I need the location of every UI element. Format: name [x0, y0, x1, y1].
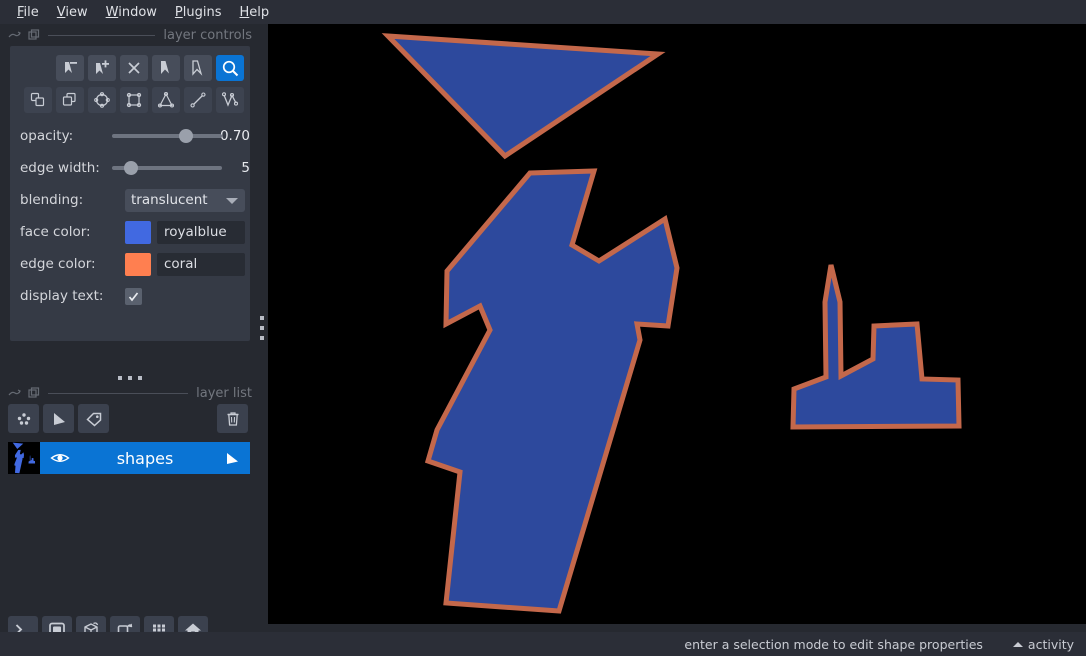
activity-label: activity	[1027, 636, 1074, 652]
select-shapes-tool-button[interactable]	[152, 55, 180, 81]
menu-item-window[interactable]: Window	[97, 3, 166, 22]
layer-controls-dock-header: layer controls	[0, 24, 260, 46]
display-text-checkbox[interactable]	[125, 287, 142, 305]
dock-header-rule	[48, 392, 189, 394]
menu-label-window: indow	[118, 4, 157, 20]
layer-property-rows: opacity: 0.70 edge width: 5 blending: tr…	[10, 120, 250, 312]
add-ellipse-tool-button[interactable]	[88, 87, 116, 113]
opacity-slider-handle[interactable]	[179, 129, 194, 143]
pan-zoom-tool-button[interactable]	[216, 55, 244, 81]
layer-list-panel: layer list shapes	[0, 382, 260, 598]
menu-item-view[interactable]: View	[48, 3, 97, 22]
blending-row: blending: translucent	[10, 184, 250, 216]
layer-thumbnail	[8, 442, 40, 474]
canvas-background	[268, 24, 1086, 624]
splitter-dot	[260, 316, 264, 320]
edge-color-row: edge color: coral	[10, 248, 250, 280]
add-line-tool-button[interactable]	[184, 87, 212, 113]
splitter-dots	[260, 313, 264, 343]
menu-label-help: elp	[249, 4, 270, 20]
status-bar: enter a selection mode to edit shape pro…	[0, 632, 1086, 656]
splitter-dot	[118, 376, 122, 380]
shapes-canvas-svg	[268, 24, 1086, 624]
menu-accel-window: W	[105, 4, 119, 20]
splitter-dot	[260, 336, 264, 340]
blending-value: translucent	[131, 192, 208, 208]
caret-up-icon	[1012, 641, 1023, 647]
new-labels-layer-button[interactable]	[78, 404, 109, 433]
menu-item-help[interactable]: Help	[231, 3, 279, 22]
face-color-value[interactable]: royalblue	[157, 220, 245, 244]
activity-button[interactable]: activity	[1012, 636, 1074, 652]
napari-main-window: File View Window Plugins Help layer cont…	[0, 0, 1086, 656]
move-back-tool-button[interactable]	[24, 87, 52, 113]
menu-bar: File View Window Plugins Help	[0, 0, 1086, 24]
add-polygon-tool-button[interactable]	[152, 87, 180, 113]
new-points-layer-button[interactable]	[8, 404, 39, 433]
vertex-insert-tool-button[interactable]	[88, 55, 116, 81]
shape-mode-toolbar-row2	[24, 87, 244, 113]
opacity-row: opacity: 0.70	[10, 120, 250, 152]
splitter-dot	[128, 376, 132, 380]
blending-combobox[interactable]: translucent	[125, 188, 245, 212]
shapes-layer-type-icon	[224, 451, 240, 470]
layer-list-dock-header: layer list	[0, 382, 260, 404]
status-message: enter a selection mode to edit shape pro…	[684, 636, 983, 652]
chevron-down-icon	[226, 197, 238, 204]
splitter-dot	[138, 376, 142, 380]
menu-label-file: ile	[23, 4, 39, 20]
menu-label-plugins: lugins	[182, 4, 222, 20]
move-front-tool-button[interactable]	[56, 87, 84, 113]
layer-list-title: layer list	[196, 385, 252, 401]
opacity-slider-track	[112, 134, 223, 138]
edge-width-label: edge width:	[20, 160, 100, 176]
delete-shape-tool-button[interactable]	[120, 55, 148, 81]
face-color-label: face color:	[20, 224, 91, 240]
edge-color-label: edge color:	[20, 256, 96, 272]
opacity-label: opacity:	[20, 128, 74, 144]
edge-width-slider-handle[interactable]	[123, 161, 138, 175]
add-path-tool-button[interactable]	[216, 87, 244, 113]
layer-list-item-shapes[interactable]: shapes	[8, 442, 250, 474]
layer-controls-title: layer controls	[163, 27, 252, 43]
viewer-canvas[interactable]	[268, 24, 1086, 624]
edge-width-row: edge width: 5	[10, 152, 250, 184]
vertical-splitter-handle[interactable]	[256, 24, 268, 632]
layer-row-body[interactable]: shapes	[40, 442, 250, 474]
display-text-row: display text:	[10, 280, 250, 312]
opacity-slider[interactable]	[112, 128, 223, 144]
new-shapes-layer-button[interactable]	[43, 404, 74, 433]
direct-select-tool-button[interactable]	[184, 55, 212, 81]
layer-name-label: shapes	[116, 448, 174, 468]
blending-label: blending:	[20, 192, 84, 208]
float-dock-icon[interactable]	[8, 29, 21, 42]
edge-color-value[interactable]: coral	[157, 252, 245, 276]
vertex-remove-tool-button[interactable]	[56, 55, 84, 81]
dock-header-rule	[48, 34, 156, 36]
menu-item-plugins[interactable]: Plugins	[166, 3, 231, 22]
face-color-row: face color: royalblue	[10, 216, 250, 248]
layer-buttons	[8, 404, 113, 433]
undock-icon[interactable]	[27, 28, 40, 42]
layer-controls-panel: opacity: 0.70 edge width: 5 blending: tr…	[10, 46, 250, 341]
edge-width-slider[interactable]	[112, 160, 223, 176]
menu-accel-help: H	[239, 4, 250, 20]
left-dock-area: layer controls opacity: 0.70 edge width:…	[0, 24, 260, 644]
face-color-swatch[interactable]	[125, 220, 151, 244]
undock-icon[interactable]	[27, 386, 40, 400]
menu-accel-plugins: P	[174, 4, 183, 20]
edge-color-swatch[interactable]	[125, 252, 151, 276]
splitter-dot	[260, 326, 264, 330]
menu-item-file[interactable]: File	[8, 3, 48, 22]
menu-label-view: iew	[65, 4, 88, 20]
add-rectangle-tool-button[interactable]	[120, 87, 148, 113]
shape-mode-toolbar-row1	[56, 55, 244, 81]
float-dock-icon[interactable]	[8, 387, 21, 400]
display-text-label: display text:	[20, 288, 104, 304]
delete-layer-button[interactable]	[217, 404, 248, 433]
